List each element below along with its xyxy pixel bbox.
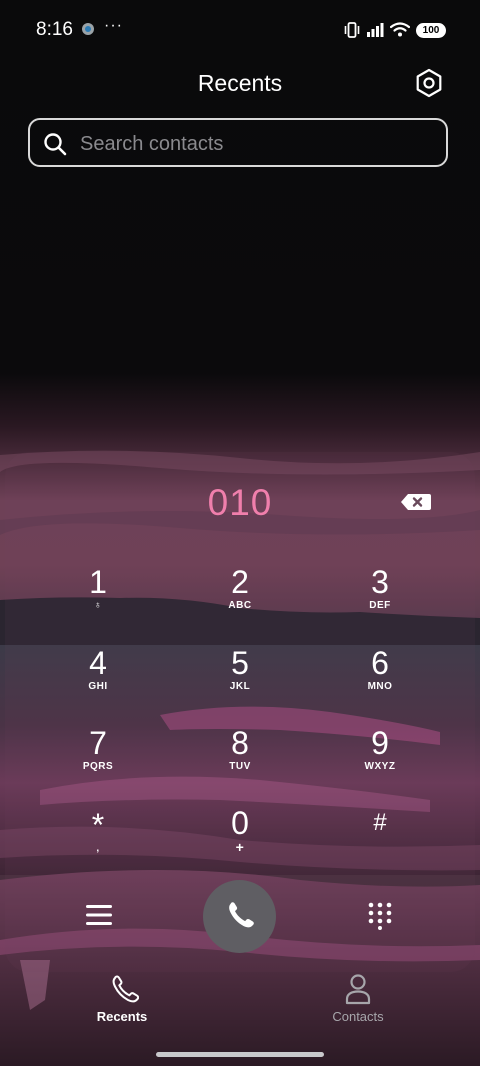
key-letters: TUV <box>229 761 251 772</box>
key-9[interactable]: 9 WXYZ <box>320 726 440 800</box>
person-icon <box>345 974 371 1005</box>
key-digit: # <box>373 809 387 836</box>
key-letters: , <box>96 843 100 854</box>
wifi-icon <box>390 22 410 37</box>
key-digit: 5 <box>231 645 249 681</box>
backspace-icon[interactable] <box>398 490 434 514</box>
key-digit: 2 <box>231 564 249 600</box>
phone-icon <box>112 975 139 1003</box>
key-letters: ABC <box>228 600 252 611</box>
phone-icon <box>229 902 254 928</box>
status-time: 8:16 <box>36 19 73 40</box>
key-0[interactable]: 0 + <box>180 806 300 880</box>
key-2[interactable]: 2 ABC <box>180 565 300 639</box>
key-5[interactable]: 5 JKL <box>180 646 300 720</box>
key-digit: 9 <box>371 725 389 761</box>
search-bar[interactable] <box>28 118 448 167</box>
gear-icon[interactable] <box>412 66 446 100</box>
search-icon <box>44 133 67 156</box>
key-letters: WXYZ <box>364 761 396 772</box>
nav-label: Contacts <box>332 1009 384 1024</box>
key-3[interactable]: 3 DEF <box>320 565 440 639</box>
call-button[interactable] <box>203 880 276 953</box>
key-digit: 6 <box>371 645 389 681</box>
key-digit: 7 <box>89 725 107 761</box>
key-digit: 8 <box>231 725 249 761</box>
key-letters: MNO <box>367 681 393 692</box>
key-letters: + <box>235 839 245 855</box>
key-1[interactable]: 1 ♁ <box>38 565 158 639</box>
status-icons: 100 <box>344 20 446 40</box>
nav-recents[interactable]: Recents <box>62 972 182 1028</box>
key-digit: 0 <box>231 805 249 841</box>
key-digit: * <box>91 807 105 843</box>
key-hash[interactable]: # <box>320 806 440 880</box>
battery-level: 100 <box>422 24 440 36</box>
home-indicator[interactable] <box>156 1052 324 1057</box>
key-letters: PQRS <box>82 761 114 772</box>
signal-icon <box>367 23 384 37</box>
key-letters: DEF <box>369 600 391 611</box>
dialpad-icon[interactable] <box>365 900 395 930</box>
voicemail-icon: ♁ <box>94 600 102 611</box>
battery-icon: 100 <box>416 22 446 38</box>
key-4[interactable]: 4 GHI <box>38 646 158 720</box>
key-digit: 1 <box>89 564 107 600</box>
vibrate-icon <box>344 22 360 38</box>
menu-icon[interactable] <box>84 902 114 928</box>
page-title: Recents <box>197 70 283 96</box>
key-digit: 4 <box>89 645 107 681</box>
search-input[interactable] <box>78 128 432 160</box>
dialer-screen: 8:16 ··· 100 Recents Search contacts 010… <box>0 0 480 1066</box>
key-star[interactable]: * , <box>38 808 158 882</box>
key-letters: GHI <box>88 681 108 692</box>
key-letters: JKL <box>229 681 251 692</box>
nav-label: Recents <box>96 1009 148 1024</box>
overflow-dots: ··· <box>104 17 123 34</box>
key-6[interactable]: 6 MNO <box>320 646 440 720</box>
notification-icon <box>82 23 94 35</box>
nav-contacts[interactable]: Contacts <box>298 972 418 1028</box>
key-7[interactable]: 7 PQRS <box>38 726 158 800</box>
key-8[interactable]: 8 TUV <box>180 726 300 800</box>
key-digit: 3 <box>371 564 389 600</box>
status-bar: 8:16 ··· 100 <box>0 0 480 60</box>
